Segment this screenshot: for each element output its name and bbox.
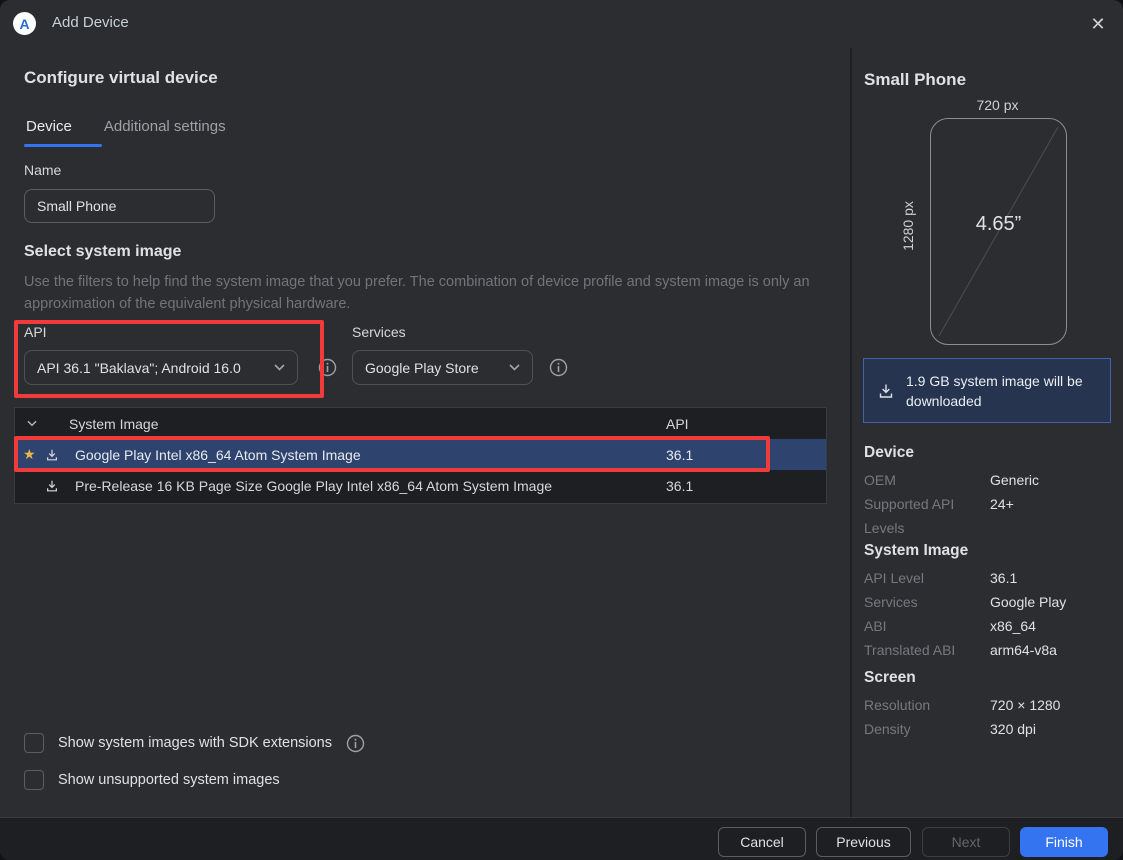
footer-bar: Cancel Previous Next Finish xyxy=(0,817,1123,860)
finish-button[interactable]: Finish xyxy=(1020,827,1108,857)
logo-letter: A xyxy=(19,15,30,32)
detail-value: Google Play xyxy=(990,594,1067,610)
diagram-diagonal-label: 4.65” xyxy=(975,213,1022,235)
sdk-extensions-info-icon[interactable] xyxy=(346,734,365,753)
detail-value: x86_64 xyxy=(990,618,1036,634)
column-header-system-image[interactable]: System Image xyxy=(53,416,666,432)
sdk-extensions-checkbox[interactable] xyxy=(24,733,44,753)
panel-divider xyxy=(850,48,852,817)
tab-bar: Device Additional settings xyxy=(24,112,228,141)
section-heading: Screen xyxy=(864,669,916,686)
next-button[interactable]: Next xyxy=(922,827,1010,857)
detail-row: API Level 36.1 xyxy=(864,566,1114,590)
system-image-description: Use the filters to help find the system … xyxy=(24,274,810,312)
detail-row: Services Google Play xyxy=(864,590,1114,614)
collapse-chevron-icon[interactable] xyxy=(15,420,53,427)
table-row[interactable]: Pre-Release 16 KB Page Size Google Play … xyxy=(15,470,826,501)
detail-value: 36.1 xyxy=(990,570,1018,586)
detail-row: ABI x86_64 xyxy=(864,614,1114,638)
detail-label: Services xyxy=(864,594,918,610)
table-row[interactable]: ★ Google Play Intel x86_64 Atom System I… xyxy=(15,439,826,470)
tab-additional-settings[interactable]: Additional settings xyxy=(102,112,228,141)
detail-row: Density 320 dpi xyxy=(864,717,1114,741)
device-preview-title: Small Phone xyxy=(864,70,967,89)
system-image-api: 36.1 xyxy=(666,446,694,463)
select-system-image-heading: Select system image xyxy=(24,243,182,260)
services-info-icon[interactable] xyxy=(549,358,568,377)
table-header-row: System Image API xyxy=(15,408,826,439)
diagram-width-label: 720 px xyxy=(976,97,1019,113)
checkbox-row-unsupported: Show unsupported system images xyxy=(24,770,280,790)
services-dropdown[interactable]: Google Play Store xyxy=(352,350,533,385)
api-info-icon[interactable] xyxy=(318,358,337,377)
detail-label: ABI xyxy=(864,618,887,634)
close-icon[interactable]: ✕ xyxy=(1087,13,1109,35)
detail-row: OEM Generic xyxy=(864,468,1114,492)
detail-value: 720 × 1280 xyxy=(990,697,1061,713)
details-section-screen: Screen Resolution 720 × 1280 Density 320… xyxy=(864,655,1114,741)
download-note-text: 1.9 GB system image will be downloaded xyxy=(906,372,1083,409)
system-image-name: Pre-Release 16 KB Page Size Google Play … xyxy=(75,477,553,494)
cancel-button[interactable]: Cancel xyxy=(718,827,806,857)
name-label: Name xyxy=(24,162,62,178)
add-device-dialog: A Add Device ✕ Configure virtual device … xyxy=(0,0,1123,860)
download-icon xyxy=(879,384,893,398)
detail-label: Resolution xyxy=(864,697,931,713)
system-image-table: System Image API ★ Google Play Intel x86… xyxy=(14,407,827,504)
system-image-api: 36.1 xyxy=(666,477,694,494)
android-studio-logo-icon: A xyxy=(13,12,36,35)
detail-label: API Level xyxy=(864,570,924,586)
chevron-down-icon xyxy=(274,364,285,371)
details-section-device: Device OEM Generic Supported API Levels … xyxy=(864,430,1114,540)
previous-button[interactable]: Previous xyxy=(816,827,911,857)
api-label: API xyxy=(24,324,47,340)
chevron-down-icon xyxy=(509,364,520,371)
detail-label: OEM xyxy=(864,472,896,488)
api-dropdown[interactable]: API 36.1 "Baklava"; Android 16.0 xyxy=(24,350,298,385)
services-dropdown-value: Google Play Store xyxy=(365,359,479,376)
detail-value: 320 dpi xyxy=(990,721,1036,737)
page-title: Configure virtual device xyxy=(24,68,218,87)
checkbox-row-sdk-extensions: Show system images with SDK extensions xyxy=(24,733,365,753)
column-header-api[interactable]: API xyxy=(666,416,826,432)
phone-diagram: 4.65” xyxy=(930,118,1067,345)
unsupported-images-checkbox[interactable] xyxy=(24,770,44,790)
download-icon xyxy=(37,448,67,462)
download-size-note: 1.9 GB system image will be downloaded xyxy=(863,358,1111,423)
download-icon xyxy=(37,479,67,493)
api-dropdown-value: API 36.1 "Baklava"; Android 16.0 xyxy=(37,359,241,376)
detail-label: Density xyxy=(864,721,911,737)
window-title: Add Device xyxy=(52,14,129,31)
detail-value: Generic xyxy=(990,472,1040,488)
diagram-height-label: 1280 px xyxy=(900,201,916,251)
section-heading: System Image xyxy=(864,542,969,559)
star-icon[interactable]: ★ xyxy=(15,446,37,463)
section-heading: Device xyxy=(864,444,914,461)
tab-device[interactable]: Device xyxy=(24,112,74,141)
active-tab-indicator xyxy=(24,144,102,147)
title-bar: A Add Device ✕ xyxy=(0,0,1123,48)
details-section-system-image: System Image API Level 36.1 Services Goo… xyxy=(864,528,1114,662)
name-input[interactable] xyxy=(24,189,215,223)
detail-row: Resolution 720 × 1280 xyxy=(864,693,1114,717)
checkbox-label: Show system images with SDK extensions xyxy=(58,735,332,751)
services-label: Services xyxy=(352,324,406,340)
system-image-name: Google Play Intel x86_64 Atom System Ima… xyxy=(75,446,361,463)
checkbox-label: Show unsupported system images xyxy=(58,772,280,788)
